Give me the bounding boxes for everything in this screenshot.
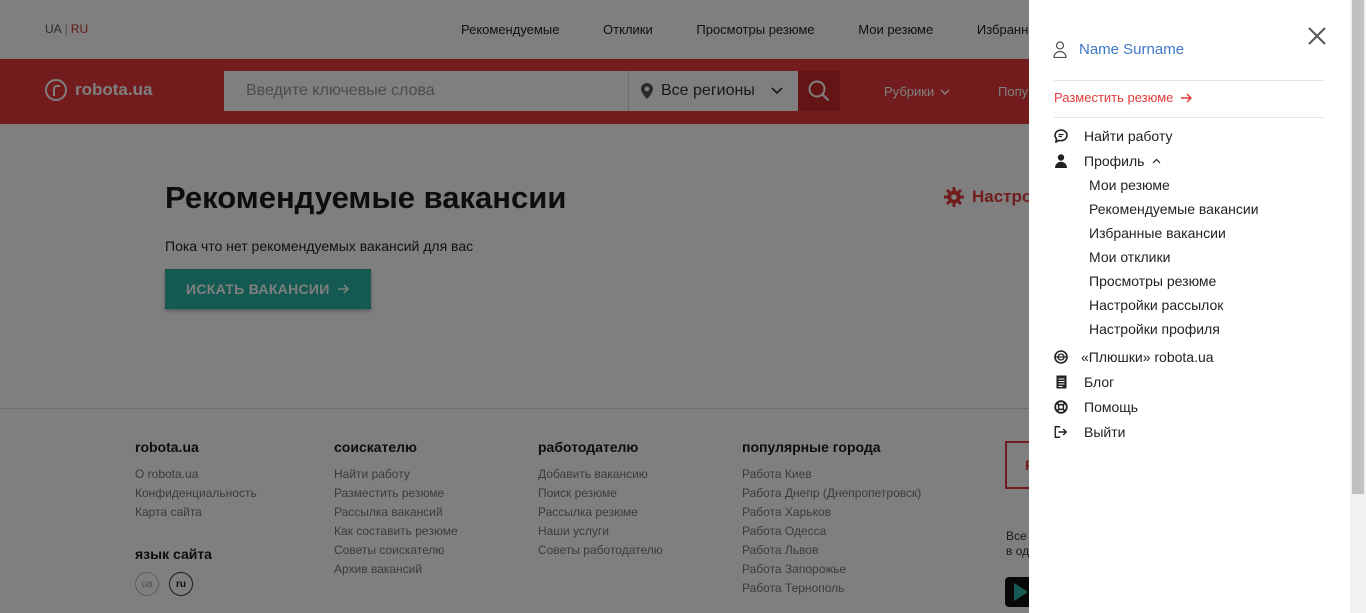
drawer-divider — [1054, 117, 1324, 118]
person-icon — [1054, 154, 1068, 168]
drawer-divider — [1054, 80, 1324, 81]
menu-perks-label: «Плюшки» robota.ua — [1081, 349, 1214, 365]
menu-logout[interactable]: Выйти — [1054, 424, 1125, 440]
user-profile-link[interactable]: Name Surname — [1053, 41, 1184, 58]
user-name: Name Surname — [1079, 41, 1185, 58]
menu-logout-label: Выйти — [1084, 424, 1126, 440]
submenu-mailing-settings[interactable]: Настройки рассылок — [1089, 297, 1223, 313]
close-icon[interactable] — [1307, 26, 1327, 46]
menu-perks[interactable]: «Плюшки» robota.ua — [1054, 349, 1214, 365]
lifebuoy-icon — [1054, 400, 1068, 414]
user-outline-icon — [1053, 41, 1067, 58]
submenu-profile-settings[interactable]: Настройки профиля — [1089, 321, 1220, 337]
menu-find-job[interactable]: Найти работу — [1054, 128, 1172, 144]
gift-icon — [1054, 350, 1068, 364]
post-resume-label: Разместить резюме — [1054, 90, 1174, 105]
scrollbar-thumb[interactable] — [1352, 0, 1364, 494]
menu-help-label: Помощь — [1084, 399, 1139, 415]
arrow-right-icon — [1181, 93, 1193, 102]
menu-blog-label: Блог — [1084, 374, 1115, 390]
submenu-recommended-jobs[interactable]: Рекомендуемые вакансии — [1089, 201, 1259, 217]
submenu-my-resumes[interactable]: Мои резюме — [1089, 177, 1170, 193]
submenu-my-responses[interactable]: Мои отклики — [1089, 249, 1170, 265]
menu-find-job-label: Найти работу — [1084, 128, 1173, 144]
logout-icon — [1054, 425, 1068, 439]
submenu-resume-views[interactable]: Просмотры резюме — [1089, 273, 1216, 289]
menu-blog[interactable]: Блог — [1054, 374, 1114, 390]
post-resume-link[interactable]: Разместить резюме — [1054, 90, 1193, 105]
menu-help[interactable]: Помощь — [1054, 399, 1138, 415]
menu-profile[interactable]: Профиль — [1054, 153, 1161, 169]
document-icon — [1054, 375, 1068, 389]
chat-icon — [1054, 129, 1068, 143]
submenu-favorite-jobs[interactable]: Избранные вакансии — [1089, 225, 1226, 241]
chevron-up-icon — [1153, 158, 1161, 164]
menu-profile-label: Профиль — [1084, 153, 1145, 169]
